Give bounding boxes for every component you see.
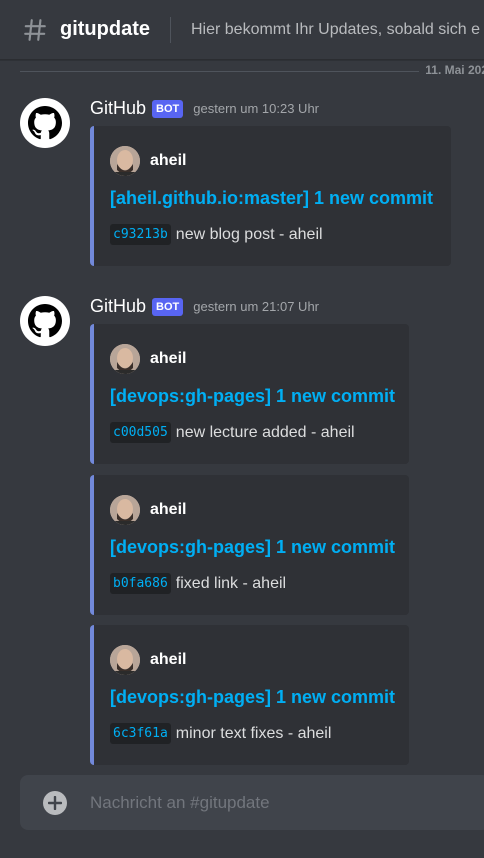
embed-author-name[interactable]: aheil <box>150 501 186 519</box>
avatar[interactable] <box>20 296 70 346</box>
author-name[interactable]: GitHub <box>90 98 146 119</box>
hash-icon <box>24 18 46 41</box>
avatar[interactable] <box>20 98 70 148</box>
embed-author: aheil <box>110 344 186 374</box>
channel-header: gitupdate Hier bekommt Ihr Updates, soba… <box>0 0 484 60</box>
header-divider <box>170 16 171 43</box>
github-logo-icon <box>28 106 62 140</box>
avatar[interactable] <box>110 344 140 374</box>
commit-message: minor text fixes - aheil <box>175 724 332 742</box>
github-logo-icon <box>28 304 62 338</box>
commit-message: fixed link - aheil <box>175 574 287 592</box>
message-group: GitHub BOT gestern um 21:07 Uhr aheil [d… <box>0 296 484 766</box>
user-face-icon <box>110 645 140 675</box>
embed-title-link[interactable]: [devops:gh-pages] 1 new commit <box>110 386 395 407</box>
timestamp: gestern um 21:07 Uhr <box>193 299 319 314</box>
embed-author-name[interactable]: aheil <box>150 651 186 669</box>
avatar[interactable] <box>110 645 140 675</box>
embed-title-link[interactable]: [devops:gh-pages] 1 new commit <box>110 537 395 558</box>
embed-title-link[interactable]: [devops:gh-pages] 1 new commit <box>110 687 395 708</box>
user-face-icon <box>110 495 140 525</box>
bot-tag: BOT <box>152 99 184 118</box>
embed: aheil [devops:gh-pages] 1 new commit c00… <box>90 324 409 464</box>
message-header: GitHub BOT gestern um 10:23 Uhr <box>90 98 319 119</box>
embed-description: b0fa686 fixed link - aheil <box>110 573 286 594</box>
embed-description: 6c3f61a minor text fixes - aheil <box>110 723 331 744</box>
date-divider: 11. Mai 202 <box>20 63 484 77</box>
embed-author: aheil <box>110 495 186 525</box>
avatar[interactable] <box>110 146 140 176</box>
embed-author-name[interactable]: aheil <box>150 152 186 170</box>
channel-topic[interactable]: Hier bekommt Ihr Updates, sobald sich e <box>191 21 480 39</box>
commit-hash-link[interactable]: c00d505 <box>110 422 171 443</box>
avatar[interactable] <box>110 495 140 525</box>
message-input[interactable] <box>90 792 450 813</box>
embed: aheil [aheil.github.io:master] 1 new com… <box>90 126 451 266</box>
commit-hash-link[interactable]: b0fa686 <box>110 573 171 594</box>
author-name[interactable]: GitHub <box>90 296 146 317</box>
embed-description: c93213b new blog post - aheil <box>110 224 323 245</box>
message-header: GitHub BOT gestern um 21:07 Uhr <box>90 296 319 317</box>
embed-author-name[interactable]: aheil <box>150 350 186 368</box>
commit-hash-link[interactable]: c93213b <box>110 224 171 245</box>
commit-hash-link[interactable]: 6c3f61a <box>110 723 171 744</box>
user-face-icon <box>110 146 140 176</box>
user-face-icon <box>110 344 140 374</box>
commit-message: new blog post - aheil <box>175 225 323 243</box>
bot-tag: BOT <box>152 297 184 316</box>
embed: aheil [devops:gh-pages] 1 new commit 6c3… <box>90 625 409 765</box>
commit-message: new lecture added - aheil <box>175 423 355 441</box>
attach-button[interactable] <box>43 790 67 815</box>
message-group: GitHub BOT gestern um 10:23 Uhr aheil [a… <box>0 98 484 268</box>
channel-name: gitupdate <box>60 18 150 40</box>
date-divider-label: 11. Mai 202 <box>419 63 484 77</box>
message-composer <box>20 775 484 830</box>
embed-title-link[interactable]: [aheil.github.io:master] 1 new commit <box>110 188 433 209</box>
embed-author: aheil <box>110 146 186 176</box>
embed: aheil [devops:gh-pages] 1 new commit b0f… <box>90 475 409 615</box>
embed-author: aheil <box>110 645 186 675</box>
timestamp: gestern um 10:23 Uhr <box>193 101 319 116</box>
plus-circle-icon <box>48 795 62 810</box>
embed-description: c00d505 new lecture added - aheil <box>110 422 355 443</box>
